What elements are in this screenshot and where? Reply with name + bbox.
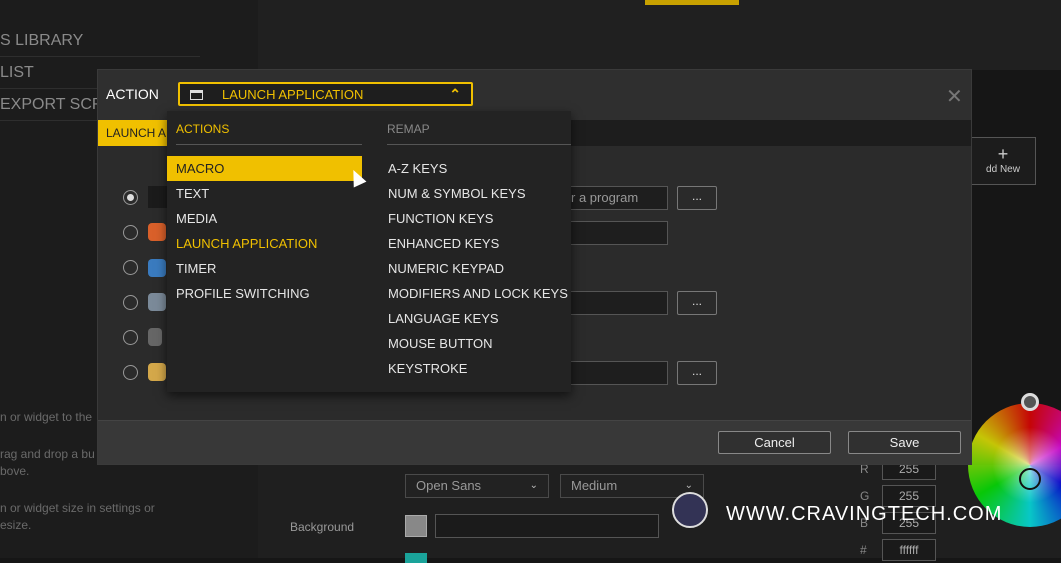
radio-option[interactable] [123,365,138,380]
program-field[interactable] [148,186,168,208]
top-bar [258,0,1061,70]
hex-label: # [860,543,867,557]
program-path-input[interactable] [568,361,668,385]
hint-text: bove. [0,464,30,478]
menu-item-numeric-keypad[interactable]: NUMERIC KEYPAD [388,256,568,281]
menu-item-function-keys[interactable]: FUNCTION KEYS [388,206,568,231]
font-select[interactable]: Open Sans ⌄ [405,474,549,498]
hint-text: n or widget to the [0,410,93,424]
menu-item-modifiers-lock-keys[interactable]: MODIFIERS AND LOCK KEYS [388,281,568,306]
color-picker-handle[interactable] [1019,468,1041,490]
menu-item-text[interactable]: TEXT [167,181,362,206]
menu-item-keystroke[interactable]: KEYSTROKE [388,356,568,381]
menu-item-timer[interactable]: TIMER [167,256,362,281]
browse-button[interactable]: ... [677,291,717,315]
font-select-value: Open Sans [416,478,482,493]
app-icon [148,259,166,277]
menu-item-launch-application[interactable]: LAUNCH APPLICATION [167,231,362,256]
menu-item-language-keys[interactable]: LANGUAGE KEYS [388,306,568,331]
add-new-label: dd New [986,164,1020,175]
browse-button[interactable]: ... [677,186,717,210]
folder-icon [148,363,166,381]
brightness-handle[interactable] [1021,393,1039,411]
plus-icon: + [997,144,1009,164]
app-icon [148,223,166,241]
active-tab-indicator [645,0,739,5]
action-select[interactable]: LAUNCH APPLICATION ⌃ [178,82,473,106]
chevron-down-icon: ⌄ [529,480,538,491]
dialog-footer [98,420,971,464]
color-swatch[interactable] [405,553,427,563]
watermark-logo [672,492,708,528]
remap-header: REMAP [387,122,571,145]
color-wheel-center [992,427,1061,503]
hint-text: esize. [0,518,32,532]
action-dropdown-menu: ACTIONS REMAP MACRO TEXT MEDIA LAUNCH AP… [167,111,571,392]
save-button[interactable]: Save [848,431,961,454]
background-input[interactable] [435,514,659,538]
window-icon [190,90,203,100]
library-item[interactable]: S LIBRARY [0,25,200,57]
menu-item-profile-switching[interactable]: PROFILE SWITCHING [167,281,362,306]
app-icon [148,293,166,311]
action-select-value: LAUNCH APPLICATION [222,87,364,102]
weight-select-value: Medium [571,478,618,493]
background-label: Background [290,520,355,534]
radio-option[interactable] [123,225,138,240]
program-path-input[interactable]: r a program [568,186,668,210]
hint-text: rag and drop a bu [0,447,95,461]
radio-option[interactable] [123,260,138,275]
add-new-button[interactable]: + dd New [970,137,1036,185]
chevron-up-icon: ⌃ [449,86,461,102]
menu-item-num-symbol-keys[interactable]: NUM & SYMBOL KEYS [388,181,568,206]
menu-item-az-keys[interactable]: A-Z KEYS [388,156,568,181]
action-label: ACTION [106,86,159,102]
calculator-icon [148,328,162,346]
background-swatch[interactable] [405,515,427,537]
close-icon[interactable]: ✕ [946,84,963,109]
actions-header: ACTIONS [176,122,362,145]
hint-text: n or widget size in settings or [0,501,155,515]
menu-item-mouse-button[interactable]: MOUSE BUTTON [388,331,568,356]
radio-option[interactable] [123,330,138,345]
menu-item-enhanced-keys[interactable]: ENHANCED KEYS [388,231,568,256]
g-label: G [860,489,870,503]
menu-item-media[interactable]: MEDIA [167,206,362,231]
arguments-input[interactable] [568,221,668,245]
watermark-text: WWW.CRAVINGTECH.COM [726,503,1003,525]
radio-option[interactable] [123,190,138,205]
radio-option[interactable] [123,295,138,310]
menu-item-macro[interactable]: MACRO [167,156,362,181]
program-path-input[interactable] [568,291,668,315]
cancel-button[interactable]: Cancel [718,431,831,454]
browse-button[interactable]: ... [677,361,717,385]
